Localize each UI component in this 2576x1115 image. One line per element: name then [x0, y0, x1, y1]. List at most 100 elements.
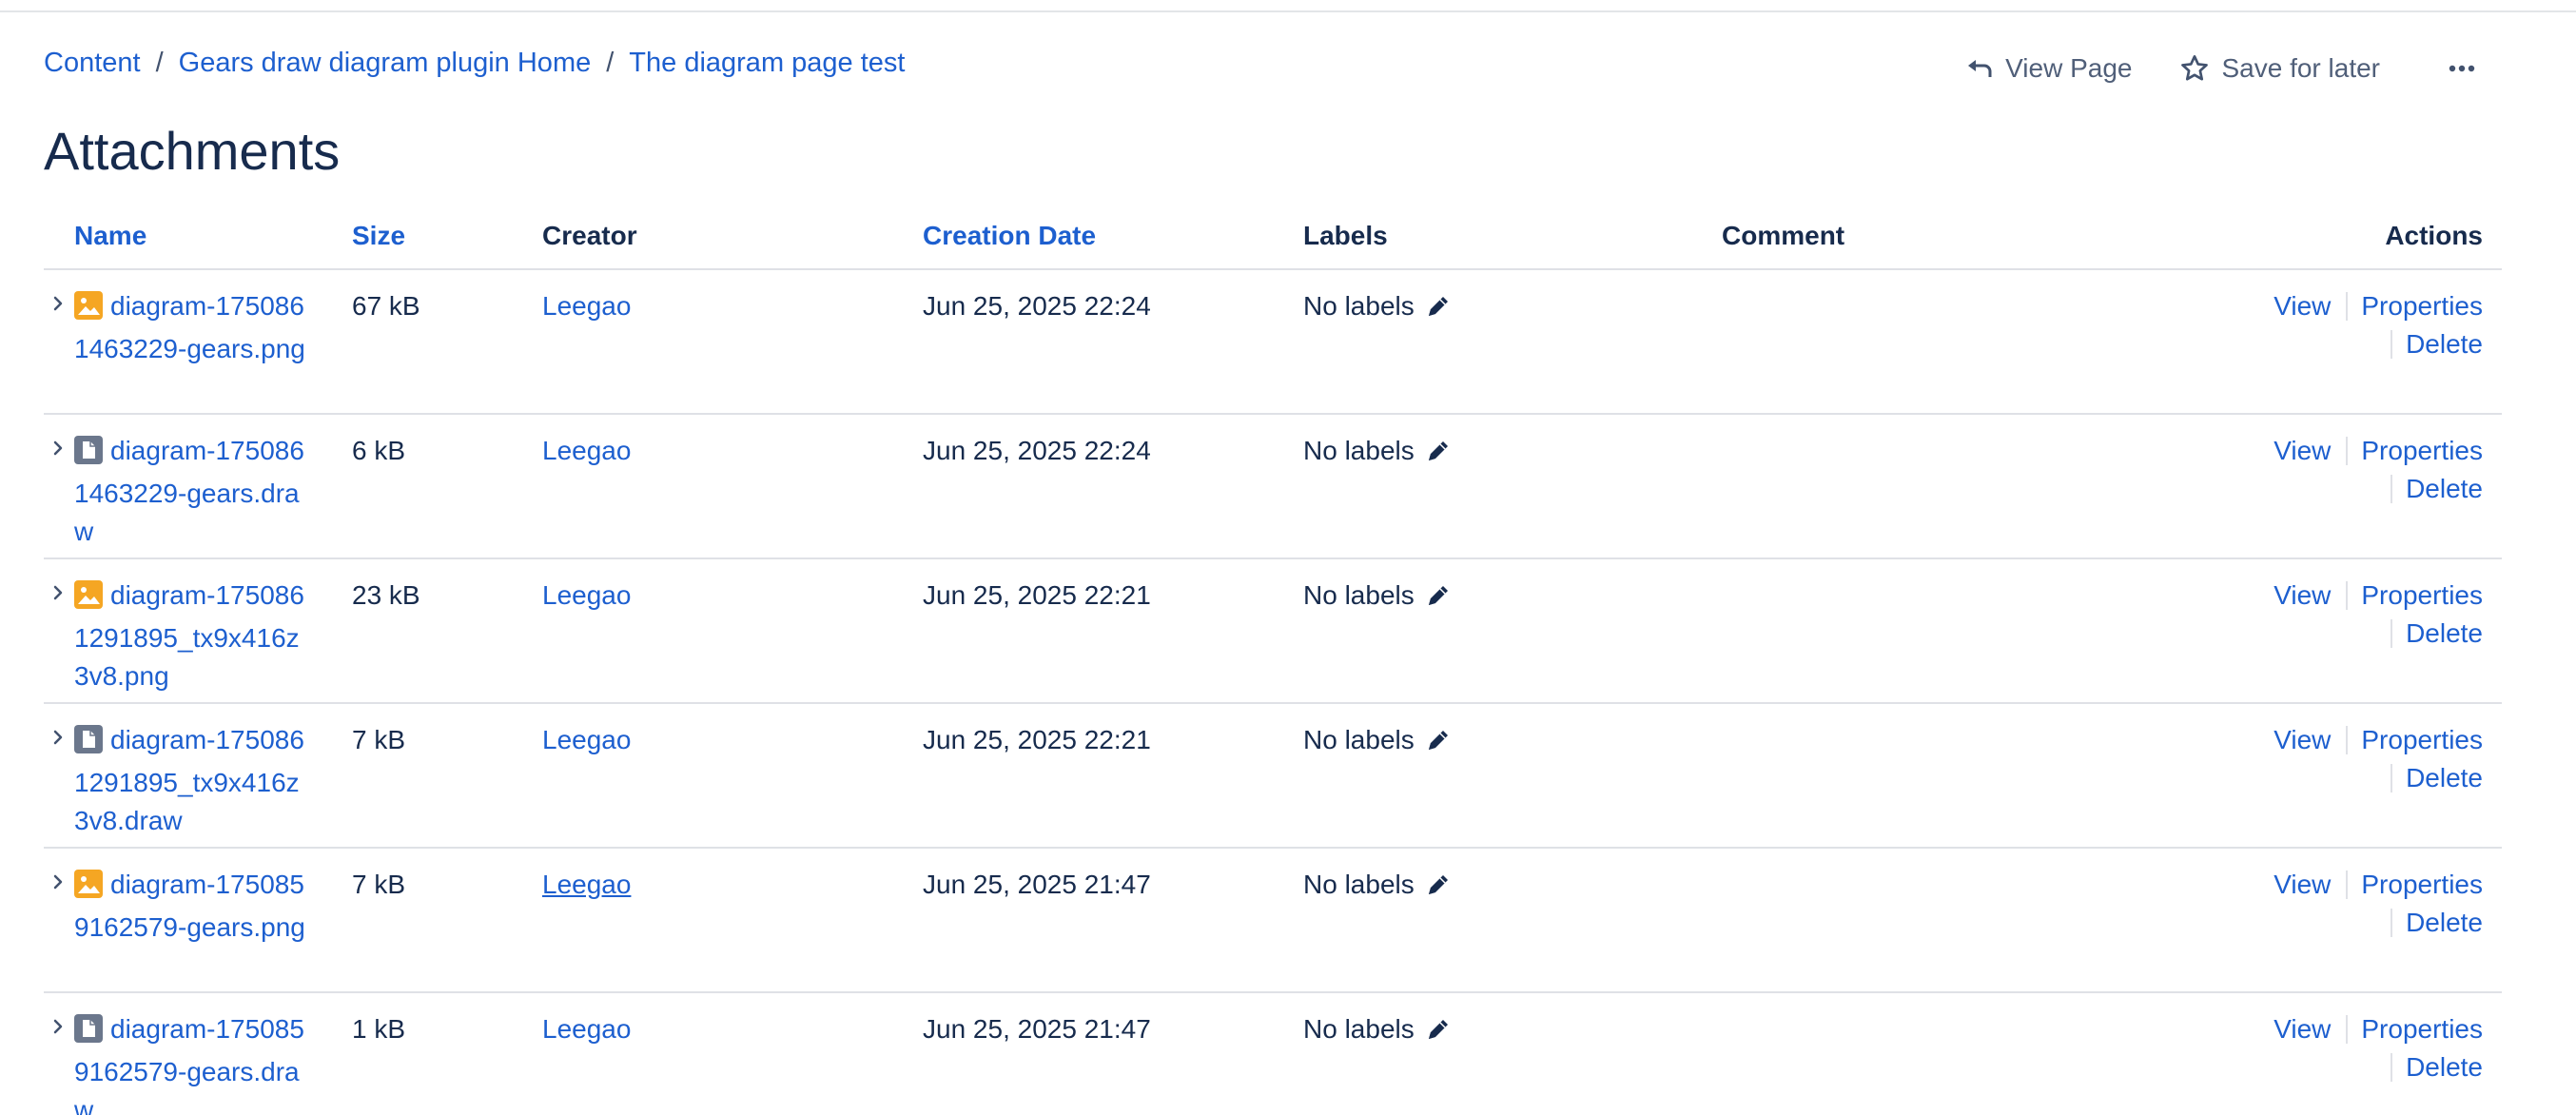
attachment-name-link[interactable]: diagram-1750861291895_tx9x416z3v8.draw: [74, 721, 312, 840]
more-actions-button[interactable]: [2443, 48, 2481, 89]
delete-action-link[interactable]: Delete: [2406, 470, 2483, 508]
action-separator: [2391, 330, 2393, 359]
creator-link[interactable]: Leegao: [542, 291, 631, 321]
attachment-name-link[interactable]: diagram-1750859162579-gears.png: [74, 866, 312, 947]
delete-action-link[interactable]: Delete: [2406, 615, 2483, 653]
size-column-header[interactable]: Size: [352, 204, 542, 270]
properties-action-link[interactable]: Properties: [2361, 866, 2483, 904]
action-separator: [2346, 292, 2349, 321]
image-file-icon: [74, 580, 103, 619]
document-file-icon: [74, 725, 103, 764]
image-file-icon: [74, 291, 103, 330]
delete-action-link[interactable]: Delete: [2406, 325, 2483, 363]
labels-cell: No labels: [1303, 558, 1722, 704]
creator-link[interactable]: Leegao: [542, 725, 631, 754]
view-action-link[interactable]: View: [2274, 432, 2331, 470]
attachment-file-name: diagram-1750859162579-gears.draw: [74, 1014, 304, 1115]
pencil-edit-icon[interactable]: [1424, 292, 1453, 321]
labels-column-header: Labels: [1303, 204, 1722, 270]
attachment-name-link[interactable]: diagram-1750861291895_tx9x416z3v8.png: [74, 577, 312, 695]
delete-action-link[interactable]: Delete: [2406, 1048, 2483, 1086]
action-separator: [2346, 437, 2349, 465]
delete-action-link[interactable]: Delete: [2406, 759, 2483, 797]
view-action-link[interactable]: View: [2274, 577, 2331, 615]
expand-cell: [44, 269, 74, 415]
creation-date-column-header[interactable]: Creation Date: [923, 204, 1303, 270]
name-cell: diagram-1750859162579-gears.png: [74, 848, 352, 993]
breadcrumb-space-home[interactable]: Gears draw diagram plugin Home: [179, 44, 592, 82]
properties-action-link[interactable]: Properties: [2361, 287, 2483, 325]
expand-header: [44, 204, 74, 270]
header-actions: View Page Save for later: [1965, 48, 2481, 89]
page-title: Attachments: [44, 120, 341, 181]
creator-link[interactable]: Leegao: [542, 870, 631, 899]
labels-cell: No labels: [1303, 703, 1722, 849]
attachment-file-name: diagram-1750861463229-gears.png: [74, 291, 305, 363]
pencil-edit-icon[interactable]: [1424, 726, 1453, 754]
labels-cell: No labels: [1303, 992, 1722, 1115]
comment-cell: [1722, 703, 2102, 849]
comment-cell: [1722, 848, 2102, 993]
view-action-link[interactable]: View: [2274, 1010, 2331, 1048]
pencil-edit-icon[interactable]: [1424, 1015, 1453, 1044]
comment-column-header: Comment: [1722, 204, 2102, 270]
pencil-edit-icon[interactable]: [1424, 437, 1453, 465]
view-action-link[interactable]: View: [2274, 721, 2331, 759]
attachment-name-link[interactable]: diagram-1750859162579-gears.draw: [74, 1010, 312, 1115]
creator-link[interactable]: Leegao: [542, 1014, 631, 1044]
actions-cell: View Properties Delete: [2102, 992, 2502, 1115]
pencil-edit-icon[interactable]: [1424, 870, 1453, 899]
action-separator: [2346, 1015, 2349, 1044]
chevron-right-icon[interactable]: [51, 1018, 65, 1035]
breadcrumb-page[interactable]: The diagram page test: [629, 44, 905, 82]
properties-action-link[interactable]: Properties: [2361, 721, 2483, 759]
breadcrumb-content[interactable]: Content: [44, 44, 141, 82]
creation-date-cell: Jun 25, 2025 21:47: [923, 848, 1303, 993]
view-action-link[interactable]: View: [2274, 866, 2331, 904]
action-separator: [2391, 764, 2393, 792]
creation-date-cell: Jun 25, 2025 22:24: [923, 269, 1303, 415]
attachments-page: Content / Gears draw diagram plugin Home…: [0, 0, 2576, 1115]
attachment-file-name: diagram-1750861291895_tx9x416z3v8.draw: [74, 725, 304, 835]
view-page-label: View Page: [2005, 53, 2133, 83]
attachment-file-name: diagram-1750859162579-gears.png: [74, 870, 305, 942]
save-for-later-button[interactable]: Save for later: [2179, 48, 2380, 89]
chevron-right-icon[interactable]: [51, 440, 65, 457]
size-cell: 1 kB: [352, 1014, 406, 1044]
actions-cell: View Properties Delete: [2102, 414, 2502, 559]
creation-date-cell: Jun 25, 2025 22:21: [923, 558, 1303, 704]
properties-action-link[interactable]: Properties: [2361, 432, 2483, 470]
table-row: diagram-1750861291895_tx9x416z3v8.png 23 …: [44, 558, 2502, 704]
pencil-edit-icon[interactable]: [1424, 581, 1453, 610]
labels-value: No labels: [1303, 725, 1415, 754]
view-action-link[interactable]: View: [2274, 287, 2331, 325]
view-page-button[interactable]: View Page: [1965, 48, 2132, 89]
table-row: diagram-1750861291895_tx9x416z3v8.draw 7 …: [44, 703, 2502, 849]
attachment-name-link[interactable]: diagram-1750861463229-gears.draw: [74, 432, 312, 551]
creation-date-cell: Jun 25, 2025 22:24: [923, 414, 1303, 559]
table-row: diagram-1750859162579-gears.png 7 kB Leega…: [44, 848, 2502, 993]
name-cell: diagram-1750859162579-gears.draw: [74, 992, 352, 1115]
creator-link[interactable]: Leegao: [542, 436, 631, 465]
chevron-right-icon[interactable]: [51, 584, 65, 601]
properties-action-link[interactable]: Properties: [2361, 1010, 2483, 1048]
chevron-right-icon[interactable]: [51, 729, 65, 746]
name-column-header[interactable]: Name: [74, 204, 352, 270]
creator-cell: Leegao: [542, 558, 923, 704]
creator-cell: Leegao: [542, 848, 923, 993]
expand-cell: [44, 703, 74, 849]
creator-link[interactable]: Leegao: [542, 580, 631, 610]
actions-cell: View Properties Delete: [2102, 848, 2502, 993]
chevron-right-icon[interactable]: [51, 295, 65, 312]
delete-action-link[interactable]: Delete: [2406, 904, 2483, 942]
table-row: diagram-1750861463229-gears.png 67 kB Leeg…: [44, 269, 2502, 415]
comment-cell: [1722, 558, 2102, 704]
name-cell: diagram-1750861291895_tx9x416z3v8.png: [74, 558, 352, 704]
attachment-name-link[interactable]: diagram-1750861463229-gears.png: [74, 287, 312, 368]
action-separator: [2391, 619, 2393, 648]
chevron-right-icon[interactable]: [51, 873, 65, 890]
properties-action-link[interactable]: Properties: [2361, 577, 2483, 615]
expand-cell: [44, 558, 74, 704]
creator-column-header: Creator: [542, 204, 923, 270]
attachment-file-name: diagram-1750861291895_tx9x416z3v8.png: [74, 580, 304, 691]
